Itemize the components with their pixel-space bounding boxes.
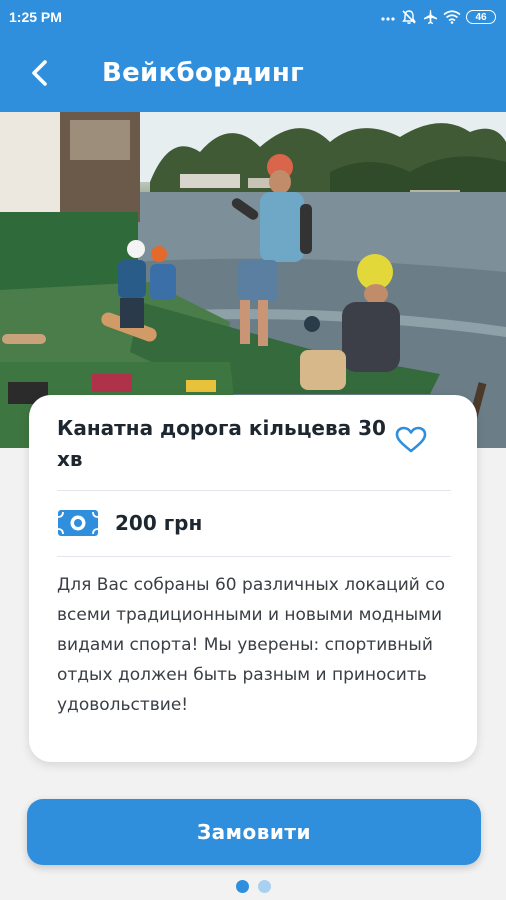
page-title: Вейкбординг	[102, 58, 305, 88]
offer-title: Канатна дорога кільцева 30 хв	[57, 416, 386, 471]
price-value: 200 грн	[115, 511, 203, 535]
dots-icon	[381, 17, 395, 21]
offer-description: Для Вас собраны 60 различных локаций со …	[57, 575, 446, 715]
page-dot-active[interactable]	[235, 880, 249, 893]
offer-card: Канатна дорога кільцева 30 хв 200 грн Дл…	[29, 395, 477, 762]
order-button[interactable]: Замовити	[27, 799, 481, 865]
app-bar: Вейкбординг	[0, 34, 506, 112]
back-button[interactable]	[20, 53, 60, 93]
mute-bell-icon	[402, 10, 416, 24]
price-row: 200 грн	[57, 505, 202, 541]
favorite-button[interactable]	[394, 423, 428, 457]
page-dot[interactable]	[257, 880, 271, 893]
card-divider	[57, 490, 451, 491]
wifi-icon	[443, 10, 461, 24]
card-divider	[57, 556, 451, 557]
status-time: 1:25 PM	[9, 9, 62, 25]
battery-icon: 46	[466, 10, 496, 24]
back-arrow-icon	[32, 60, 47, 86]
status-bar: 1:25 PM 46	[0, 0, 506, 34]
status-icons: 46	[380, 9, 496, 25]
airplane-icon	[424, 10, 437, 24]
banknote-icon	[57, 510, 99, 536]
heart-outline-icon	[395, 426, 427, 453]
page-indicator	[0, 880, 506, 894]
